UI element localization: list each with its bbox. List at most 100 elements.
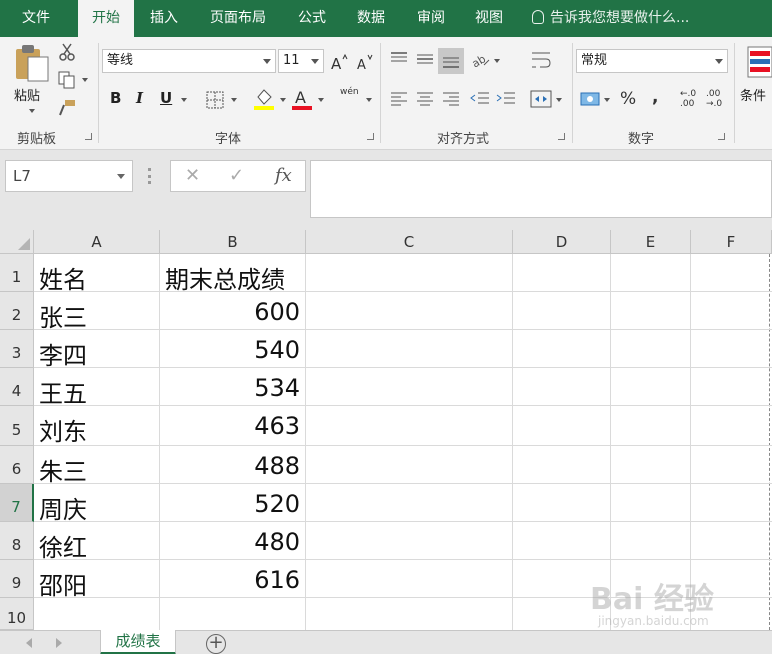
cell-a4[interactable]: 王五 [39,374,87,409]
borders-icon[interactable] [206,91,224,109]
column-header-e[interactable]: E [611,230,691,254]
font-launcher-icon[interactable] [367,133,374,140]
align-middle-icon[interactable] [416,51,434,67]
font-size-combo[interactable]: 11 [278,49,324,73]
name-box[interactable]: L7 [5,160,133,192]
conditional-formatting-icon[interactable] [746,43,772,83]
cell-a8[interactable]: 徐红 [39,528,87,563]
decrease-font-icon[interactable]: A [356,53,374,71]
add-sheet-button[interactable]: + [206,634,226,654]
cell-a2[interactable]: 张三 [39,298,87,333]
cell-b5[interactable]: 463 [254,412,300,440]
orientation-icon[interactable]: ab [470,49,490,69]
row-header-6[interactable]: 6 [0,446,34,484]
cell-a6[interactable]: 朱三 [39,452,87,487]
cell-b9[interactable]: 616 [254,566,300,594]
paste-label[interactable]: 粘贴 [14,85,40,104]
cell-b8[interactable]: 480 [254,528,300,556]
row-header-2[interactable]: 2 [0,292,34,330]
cell-b1[interactable]: 期末总成绩 [165,260,285,295]
paste-dropdown-icon[interactable] [29,109,35,113]
column-header-d[interactable]: D [513,230,611,254]
comma-button[interactable]: , [652,87,658,107]
tab-page-layout[interactable]: 页面布局 [200,0,276,37]
cell-a9[interactable]: 邵阳 [39,566,87,601]
copy-icon[interactable] [58,71,76,89]
font-color-icon[interactable]: A [292,87,314,111]
accounting-dropdown-icon[interactable] [604,98,610,102]
chevron-down-icon[interactable] [715,59,723,64]
row-header-4[interactable]: 4 [0,368,34,406]
clipboard-launcher-icon[interactable] [85,133,92,140]
bold-button[interactable]: B [110,89,121,107]
fill-color-icon[interactable] [254,87,276,111]
wrap-text-icon[interactable] [530,49,552,71]
insert-function-icon[interactable]: fx [275,165,292,186]
underline-dropdown-icon[interactable] [181,98,187,102]
conditional-formatting-label[interactable]: 条件 [740,85,766,104]
cell-a7[interactable]: 周庆 [39,490,87,525]
chevron-down-icon[interactable] [117,174,125,179]
increase-decimal-button[interactable]: ←.0 .00 [680,89,704,109]
tab-view[interactable]: 视图 [464,0,514,37]
accounting-format-icon[interactable] [580,89,602,109]
align-center-icon[interactable] [416,91,434,107]
scroll-left-icon[interactable] [26,638,32,648]
align-left-icon[interactable] [390,91,408,107]
paste-icon[interactable] [12,43,52,85]
format-painter-icon[interactable] [58,99,76,117]
cell-a5[interactable]: 刘东 [39,412,87,447]
decrease-decimal-button[interactable]: .00 →.0 [706,89,730,109]
tell-me-search[interactable]: 告诉我您想要做什么... [532,0,689,37]
font-color-dropdown-icon[interactable] [318,98,324,102]
increase-font-icon[interactable]: A [330,53,348,71]
cell-b3[interactable]: 540 [254,336,300,364]
cell-b2[interactable]: 600 [254,298,300,326]
row-header-8[interactable]: 8 [0,522,34,560]
row-header-3[interactable]: 3 [0,330,34,368]
tab-file[interactable]: 文件 [8,0,64,37]
worksheet-grid[interactable]: A B C D E F 1 2 3 4 5 6 7 8 9 10 姓名 张三 李… [0,230,772,630]
cancel-icon[interactable]: ✕ [185,165,200,186]
cut-icon[interactable] [58,43,76,61]
number-format-combo[interactable]: 常规 [576,49,728,73]
increase-indent-icon[interactable] [496,91,516,107]
row-header-10[interactable]: 10 [0,598,34,630]
row-header-9[interactable]: 9 [0,560,34,598]
tab-data[interactable]: 数据 [346,0,396,37]
tab-insert[interactable]: 插入 [140,0,188,37]
merge-center-icon[interactable] [530,89,552,109]
orientation-dropdown-icon[interactable] [494,59,500,63]
copy-dropdown-icon[interactable] [82,78,88,82]
align-bottom-button[interactable] [438,48,464,74]
column-header-a[interactable]: A [34,230,160,254]
cell-b6[interactable]: 488 [254,452,300,480]
underline-button[interactable]: U [160,89,172,107]
tab-home[interactable]: 开始 [78,0,134,37]
align-top-icon[interactable] [390,51,408,67]
scroll-right-icon[interactable] [56,638,62,648]
column-header-f[interactable]: F [691,230,772,254]
merge-dropdown-icon[interactable] [556,98,562,102]
row-header-1[interactable]: 1 [0,254,34,292]
drag-handle-icon[interactable] [148,168,151,184]
sheet-tab-scores[interactable]: 成绩表 [100,630,176,654]
chevron-down-icon[interactable] [311,59,319,64]
cell-b4[interactable]: 534 [254,374,300,402]
row-header-7[interactable]: 7 [0,484,34,522]
enter-icon[interactable]: ✓ [229,165,244,186]
column-header-c[interactable]: C [306,230,513,254]
column-header-b[interactable]: B [160,230,306,254]
formula-input[interactable] [310,160,772,218]
align-right-icon[interactable] [442,91,460,107]
select-all-button[interactable] [0,230,34,254]
chevron-down-icon[interactable] [263,59,271,64]
tab-formulas[interactable]: 公式 [288,0,336,37]
tab-review[interactable]: 审阅 [406,0,456,37]
phonetic-dropdown-icon[interactable] [366,98,372,102]
number-launcher-icon[interactable] [718,133,725,140]
cell-a3[interactable]: 李四 [39,336,87,371]
cell-b7[interactable]: 520 [254,490,300,518]
row-header-5[interactable]: 5 [0,406,34,446]
cell-a1[interactable]: 姓名 [39,260,87,295]
